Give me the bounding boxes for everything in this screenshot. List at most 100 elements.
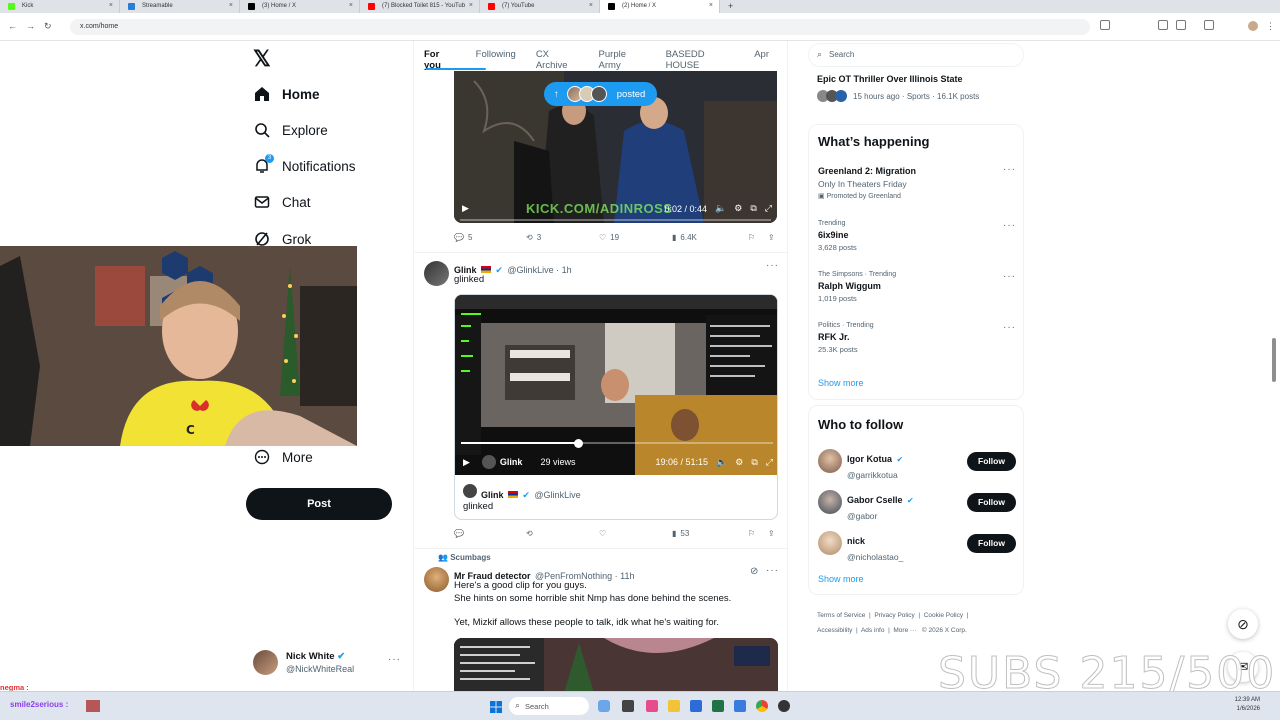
- avatar[interactable]: [818, 449, 842, 473]
- search-input[interactable]: ⌕ Search: [808, 43, 1024, 67]
- volume-icon[interactable]: 🔈: [715, 203, 726, 214]
- play-icon[interactable]: ▶: [463, 457, 470, 468]
- follow-suggestion[interactable]: nick @nicholastao_: [847, 531, 903, 562]
- avatar[interactable]: [424, 567, 449, 592]
- extension-icon[interactable]: [1176, 20, 1186, 30]
- copilot-icon[interactable]: [598, 700, 610, 712]
- trend-item[interactable]: The Simpsons · Trending Ralph Wiggum 1,0…: [818, 271, 998, 303]
- footer-link[interactable]: Cookie Policy: [924, 612, 963, 619]
- taskbar-search[interactable]: ⌕ Search: [509, 697, 589, 715]
- app-icon[interactable]: [778, 700, 790, 712]
- menu-icon[interactable]: ⋮: [1266, 21, 1275, 32]
- pip-icon[interactable]: ⧉: [751, 457, 757, 468]
- avatar[interactable]: [818, 490, 842, 514]
- nav-notifications[interactable]: 3 Notifications: [254, 151, 356, 181]
- trend-item[interactable]: Politics · Trending RFK Jr. 25.3K posts: [818, 322, 998, 354]
- bookmark-icon[interactable]: ⚐: [748, 529, 768, 538]
- tab-for-you[interactable]: For you: [424, 41, 456, 71]
- tab-purple-army[interactable]: Purple Army: [599, 41, 646, 71]
- nav-home[interactable]: Home: [254, 79, 320, 109]
- like-button[interactable]: ♡ 19: [599, 233, 672, 242]
- browser-tab-active[interactable]: (2) Home / X ×: [600, 0, 720, 13]
- file-explorer-icon[interactable]: [668, 700, 680, 712]
- trend-item[interactable]: Trending 6ix9ine 3,628 posts: [818, 220, 998, 252]
- share-icon[interactable]: ⇪: [768, 233, 775, 242]
- community-label[interactable]: 👥 Scumbags: [438, 553, 491, 562]
- bookmark-icon[interactable]: ⚐: [748, 233, 768, 242]
- account-switcher[interactable]: Nick White ✔ @NickWhiteReal ···: [253, 648, 403, 678]
- windows-start-icon[interactable]: [490, 700, 502, 713]
- post-button[interactable]: Post: [246, 488, 392, 520]
- close-tab-icon[interactable]: ×: [349, 2, 353, 9]
- close-tab-icon[interactable]: ×: [709, 2, 713, 9]
- browser-tab[interactable]: (3) Home / X ×: [240, 0, 360, 13]
- close-tab-icon[interactable]: ×: [229, 2, 233, 9]
- nav-more[interactable]: More: [254, 442, 313, 472]
- tab-following[interactable]: Following: [476, 41, 516, 69]
- repost-button[interactable]: ⟲ 3: [526, 233, 599, 242]
- new-tab-button[interactable]: +: [720, 0, 741, 13]
- forward-icon[interactable]: →: [26, 21, 35, 31]
- fullscreen-icon[interactable]: ⤢: [765, 203, 772, 214]
- reload-icon[interactable]: ↻: [44, 21, 52, 32]
- trend-more-icon[interactable]: ···: [1003, 271, 1016, 282]
- browser-tab[interactable]: Kick ×: [0, 0, 120, 13]
- footer-link[interactable]: Privacy Policy: [874, 612, 914, 619]
- footer-link[interactable]: Terms of Service: [817, 612, 865, 619]
- app-icon[interactable]: [712, 700, 724, 712]
- trend-more-icon[interactable]: ···: [1003, 322, 1016, 333]
- avatar[interactable]: [818, 531, 842, 555]
- account-menu-icon[interactable]: ···: [388, 654, 401, 665]
- chrome-icon[interactable]: [756, 700, 768, 712]
- quoted-post[interactable]: ▶ Glink 29 views 19:06 / 51:15 🔈 ⚙ ⧉ ⤢ G…: [454, 294, 778, 520]
- app-icon[interactable]: [734, 700, 746, 712]
- browser-tab[interactable]: (7) Blocked Toilet 815 - YouTub ×: [360, 0, 480, 13]
- nav-explore[interactable]: Explore: [254, 115, 328, 145]
- trend-more-icon[interactable]: ···: [1003, 164, 1016, 175]
- follow-button[interactable]: Follow: [967, 493, 1016, 512]
- post-video[interactable]: ▶ Glink 29 views 19:06 / 51:15 🔈 ⚙ ⧉ ⤢: [455, 295, 777, 475]
- follow-button[interactable]: Follow: [967, 534, 1016, 553]
- tab-basedd-house[interactable]: BASEDD HOUSE: [666, 41, 735, 71]
- post-more-icon[interactable]: ···: [766, 260, 779, 271]
- fullscreen-icon[interactable]: ⤢: [766, 457, 773, 468]
- post-video[interactable]: [454, 638, 778, 691]
- settings-icon[interactable]: ⚙: [734, 203, 742, 214]
- volume-icon[interactable]: 🔈: [716, 457, 727, 468]
- grok-icon[interactable]: ⊘: [750, 566, 758, 577]
- follow-suggestion[interactable]: Gabor Cselle ✔ @gabor: [847, 490, 914, 521]
- footer-link[interactable]: Accessibility: [817, 627, 852, 634]
- grok-fab[interactable]: ⊘: [1228, 609, 1258, 639]
- close-tab-icon[interactable]: ×: [589, 2, 593, 9]
- close-tab-icon[interactable]: ×: [109, 2, 113, 9]
- show-more-link[interactable]: Show more: [818, 378, 864, 388]
- scrollbar-thumb[interactable]: [1272, 338, 1276, 382]
- play-icon[interactable]: ▶: [462, 203, 469, 214]
- profile-icon[interactable]: [1248, 21, 1258, 31]
- follow-suggestion[interactable]: Igor Kotua ✔ @garrikkotua: [847, 449, 903, 480]
- x-logo-icon[interactable]: 𝕏: [253, 46, 271, 72]
- back-icon[interactable]: ←: [8, 21, 17, 31]
- task-view-icon[interactable]: [622, 700, 634, 712]
- follow-button[interactable]: Follow: [967, 452, 1016, 471]
- extension-icon[interactable]: [1158, 20, 1168, 30]
- close-tab-icon[interactable]: ×: [469, 2, 473, 9]
- promoted-trend[interactable]: Greenland 2: Migration Only In Theaters …: [818, 166, 1018, 200]
- repost-button[interactable]: ⟲: [526, 529, 599, 538]
- views-button[interactable]: ▮ 6.4K: [672, 233, 748, 242]
- video-progress-track[interactable]: [460, 219, 771, 221]
- like-button[interactable]: ♡: [599, 529, 672, 538]
- tab-cx-archive[interactable]: CX Archive: [536, 41, 579, 71]
- tab-apr[interactable]: Apr: [754, 41, 769, 69]
- top-story[interactable]: Epic OT Thriller Over Illinois State 15 …: [817, 74, 1017, 102]
- browser-tab[interactable]: Streamable ×: [120, 0, 240, 13]
- settings-icon[interactable]: ⚙: [735, 457, 743, 468]
- pip-icon[interactable]: ⧉: [750, 203, 756, 214]
- footer-link[interactable]: Ads info: [861, 627, 885, 634]
- video-progress-track[interactable]: [461, 442, 773, 444]
- sidebar-icon[interactable]: [1204, 20, 1214, 30]
- url-field[interactable]: x.com/home: [70, 19, 1090, 35]
- avatar[interactable]: [424, 261, 449, 286]
- system-clock[interactable]: 12:39 AM 1/6/2026: [1220, 696, 1260, 714]
- views-button[interactable]: ▮ 53: [672, 529, 748, 538]
